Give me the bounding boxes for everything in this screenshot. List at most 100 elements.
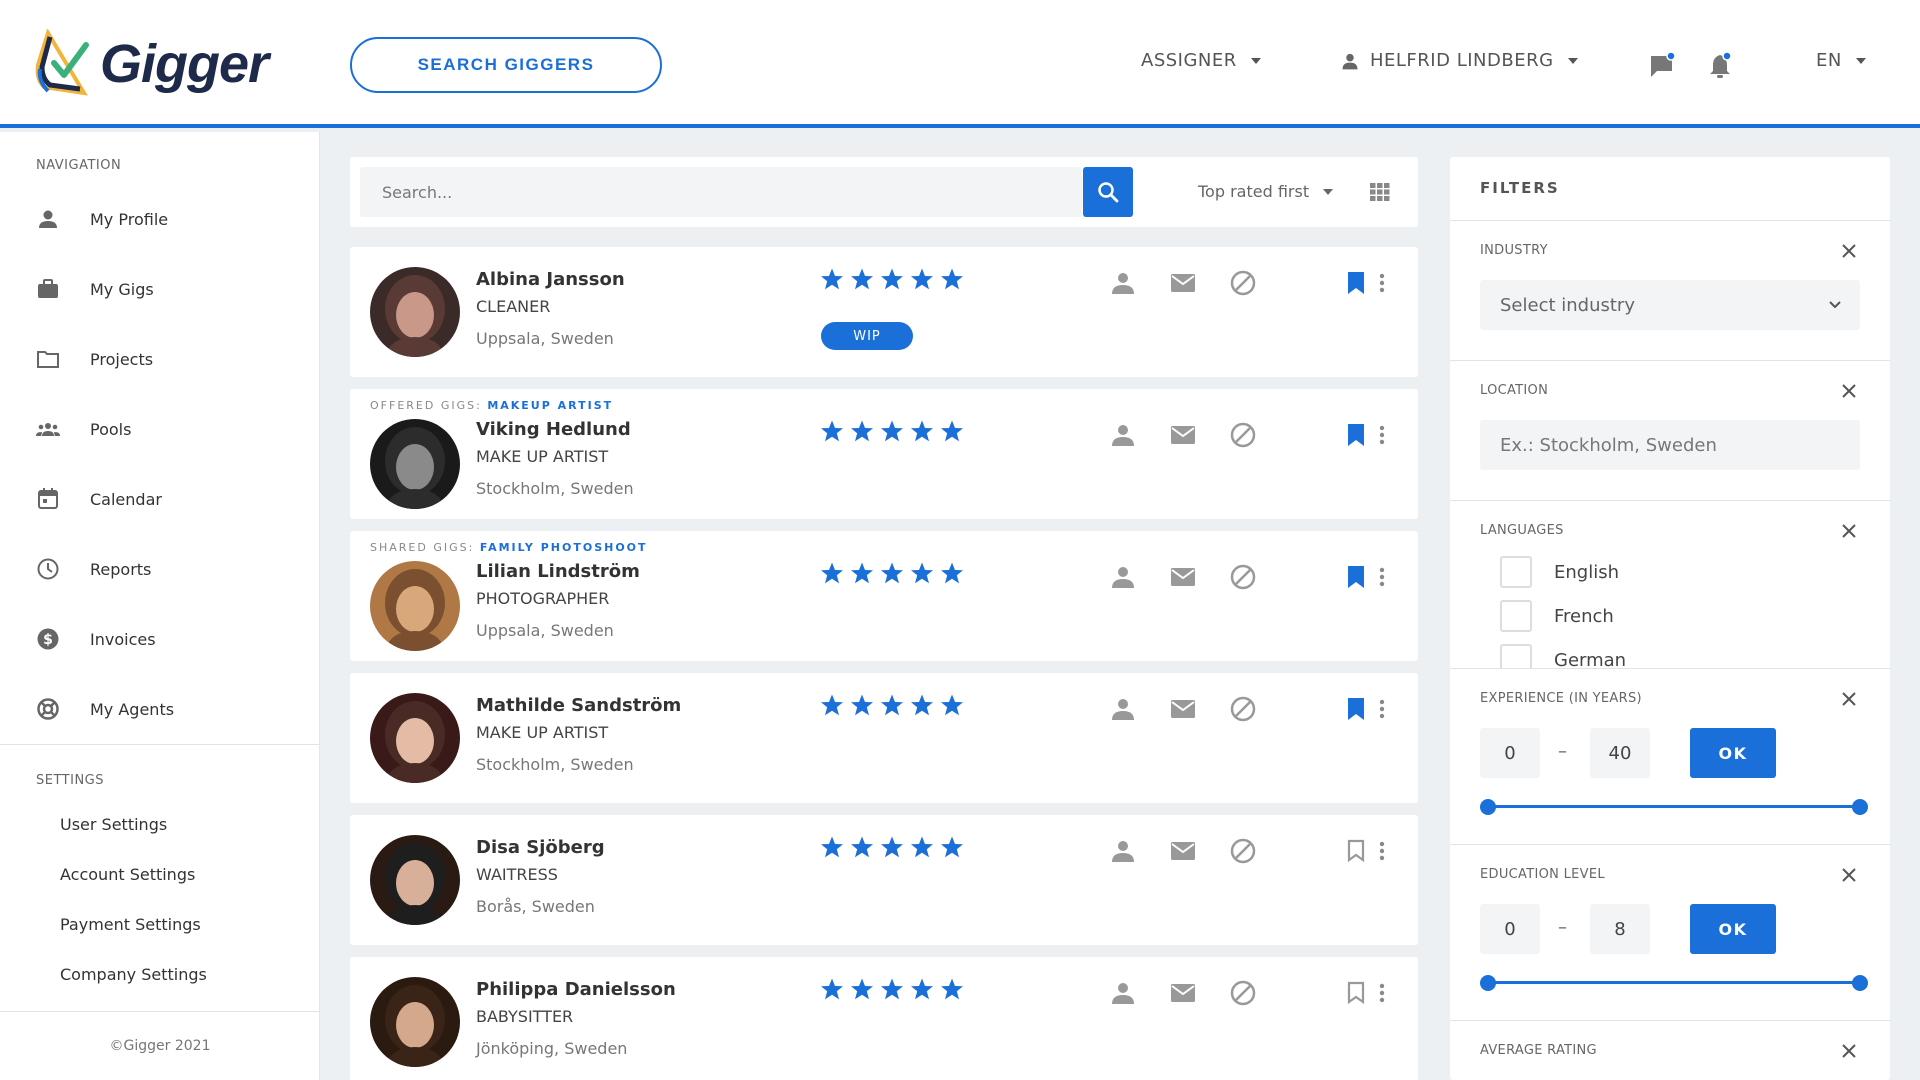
result-card[interactable]: Albina Jansson CLEANER Uppsala, Sweden W… [350, 247, 1418, 377]
sidebar-item-user-settings[interactable]: User Settings [60, 815, 167, 834]
close-icon[interactable] [1840, 242, 1858, 260]
mail-icon[interactable] [1169, 563, 1197, 591]
checkbox[interactable] [1500, 600, 1532, 632]
mail-icon[interactable] [1169, 695, 1197, 723]
sidebar-item-my-agents[interactable]: My Agents [0, 684, 320, 734]
result-card[interactable]: Philippa Danielsson BABYSITTER Jönköping… [350, 957, 1418, 1080]
bookmark-icon[interactable] [1342, 269, 1370, 297]
sidebar-item-calendar[interactable]: Calendar [0, 474, 320, 524]
gigger-name[interactable]: Disa Sjöberg [476, 837, 605, 858]
close-icon[interactable] [1840, 866, 1858, 884]
result-card[interactable]: SHARED GIGS: FAMILY PHOTOSHOOT Lilian Li… [350, 531, 1418, 661]
search-button[interactable] [1083, 167, 1133, 217]
role-menu-label: ASSIGNER [1141, 50, 1237, 71]
more-vertical-icon[interactable] [1374, 837, 1390, 865]
gigger-name[interactable]: Lilian Lindström [476, 561, 640, 582]
sidebar-item-reports[interactable]: Reports [0, 544, 320, 594]
sidebar-item-my-profile[interactable]: My Profile [0, 194, 320, 244]
search-giggers-button[interactable]: SEARCH GIGGERS [350, 37, 662, 93]
experience-slider-max-handle[interactable] [1852, 799, 1868, 815]
result-card[interactable]: OFFERED GIGS: MAKEUP ARTIST Viking Hedlu… [350, 389, 1418, 519]
education-ok-button[interactable]: OK [1690, 904, 1776, 954]
bell-icon[interactable] [1706, 52, 1734, 80]
more-vertical-icon[interactable] [1374, 269, 1390, 297]
grid-view-icon[interactable] [1370, 183, 1390, 201]
close-icon[interactable] [1840, 1042, 1858, 1060]
user-menu[interactable]: HELFRID LINDBERG [1340, 50, 1578, 71]
experience-min-input[interactable]: 0 [1480, 728, 1540, 778]
avatar[interactable] [370, 835, 460, 925]
mail-icon[interactable] [1169, 269, 1197, 297]
role-menu[interactable]: ASSIGNER [1141, 50, 1261, 71]
block-icon[interactable] [1229, 695, 1257, 723]
bookmark-icon[interactable] [1342, 563, 1370, 591]
sort-dropdown[interactable]: Top rated first [1198, 182, 1334, 201]
profile-icon[interactable] [1109, 979, 1137, 1007]
language-option-english[interactable]: English [1500, 556, 1619, 588]
experience-max-input[interactable]: 40 [1590, 728, 1650, 778]
sidebar-item-invoices[interactable]: $ Invoices [0, 614, 320, 664]
gigger-logo[interactable]: Gigger [34, 28, 269, 100]
profile-icon[interactable] [1109, 563, 1137, 591]
gigger-name[interactable]: Mathilde Sandström [476, 695, 681, 716]
more-vertical-icon[interactable] [1374, 979, 1390, 1007]
gigger-name[interactable]: Philippa Danielsson [476, 979, 676, 1000]
chat-icon[interactable] [1648, 52, 1676, 80]
mail-icon[interactable] [1169, 421, 1197, 449]
bookmark-icon[interactable] [1342, 979, 1370, 1007]
education-min-input[interactable]: 0 [1480, 904, 1540, 954]
education-slider-max-handle[interactable] [1852, 975, 1868, 991]
search-input[interactable] [360, 167, 1082, 217]
gigger-name[interactable]: Viking Hedlund [476, 419, 631, 440]
sidebar-item-payment-settings[interactable]: Payment Settings [60, 915, 201, 934]
close-icon[interactable] [1840, 522, 1858, 540]
close-icon[interactable] [1840, 690, 1858, 708]
language-option-german[interactable]: German [1500, 644, 1626, 668]
close-icon[interactable] [1840, 382, 1858, 400]
mail-icon[interactable] [1169, 837, 1197, 865]
avatar[interactable] [370, 267, 460, 357]
sidebar-item-my-gigs[interactable]: My Gigs [0, 264, 320, 314]
gigger-name[interactable]: Albina Jansson [476, 269, 625, 290]
education-max-input[interactable]: 8 [1590, 904, 1650, 954]
checkbox[interactable] [1500, 644, 1532, 668]
checkbox[interactable] [1500, 556, 1532, 588]
more-vertical-icon[interactable] [1374, 695, 1390, 723]
result-card[interactable]: Disa Sjöberg WAITRESS Borås, Sweden [350, 815, 1418, 945]
bookmark-icon[interactable] [1342, 695, 1370, 723]
avatar[interactable] [370, 419, 460, 509]
result-card[interactable]: Mathilde Sandström MAKE UP ARTIST Stockh… [350, 673, 1418, 803]
location-input[interactable] [1480, 420, 1860, 470]
profile-icon[interactable] [1109, 695, 1137, 723]
sidebar-item-account-settings[interactable]: Account Settings [60, 865, 195, 884]
avatar[interactable] [370, 977, 460, 1067]
profile-icon[interactable] [1109, 837, 1137, 865]
block-icon[interactable] [1229, 421, 1257, 449]
block-icon[interactable] [1229, 837, 1257, 865]
experience-slider-min-handle[interactable] [1480, 799, 1496, 815]
language-menu[interactable]: EN [1816, 50, 1866, 71]
education-slider-min-handle[interactable] [1480, 975, 1496, 991]
avatar[interactable] [370, 693, 460, 783]
avatar[interactable] [370, 561, 460, 651]
bookmark-icon[interactable] [1342, 421, 1370, 449]
profile-icon[interactable] [1109, 421, 1137, 449]
gig-tag-value[interactable]: FAMILY PHOTOSHOOT [480, 541, 648, 554]
sidebar-item-pools[interactable]: Pools [0, 404, 320, 454]
language-option-french[interactable]: French [1500, 600, 1614, 632]
education-slider-track[interactable] [1488, 981, 1858, 984]
bookmark-icon[interactable] [1342, 837, 1370, 865]
mail-icon[interactable] [1169, 979, 1197, 1007]
sidebar-item-company-settings[interactable]: Company Settings [60, 965, 207, 984]
block-icon[interactable] [1229, 563, 1257, 591]
gig-tag-value[interactable]: MAKEUP ARTIST [487, 399, 613, 412]
sidebar-item-projects[interactable]: Projects [0, 334, 320, 384]
more-vertical-icon[interactable] [1374, 563, 1390, 591]
industry-select[interactable]: Select industry [1480, 280, 1860, 330]
profile-icon[interactable] [1109, 269, 1137, 297]
more-vertical-icon[interactable] [1374, 421, 1390, 449]
block-icon[interactable] [1229, 979, 1257, 1007]
experience-ok-button[interactable]: OK [1690, 728, 1776, 778]
block-icon[interactable] [1229, 269, 1257, 297]
experience-slider-track[interactable] [1488, 805, 1858, 808]
